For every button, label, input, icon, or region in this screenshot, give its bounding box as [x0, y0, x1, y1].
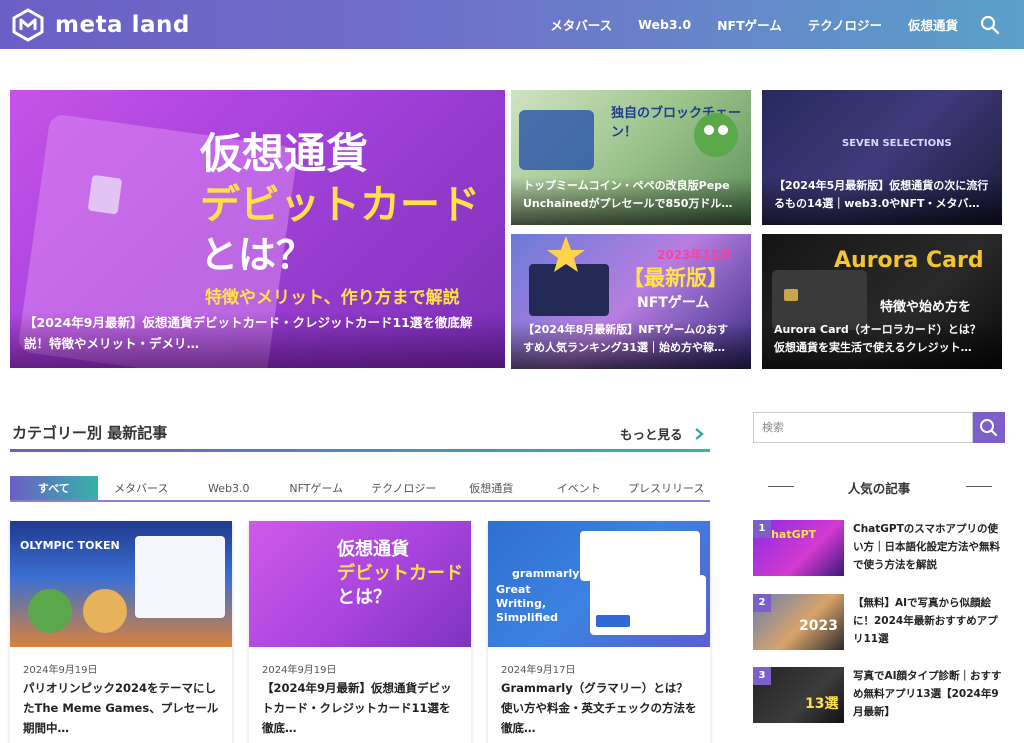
popular-item[interactable]: ChatGPT 1 ChatGPTのスマホアプリの使い方｜日本語化設定方法や無料… [753, 520, 1005, 578]
hero-art-year: 2023年11月 [657, 248, 732, 262]
hero-art-title-2: デビットカード [200, 182, 480, 228]
hero-art-seven: SEVEN SELECTIONS [842, 138, 952, 149]
hero-article-next-trend-title[interactable]: 【2024年5月最新版】仮想通貨の次に流行るもの14選｜web3.0やNFT・メ… [762, 177, 1002, 225]
hero-article-nftgame-title[interactable]: 【2024年8月最新版】NFTゲームのおすすめ人気ランキング31選｜始め方や稼… [511, 321, 751, 369]
tab-crypto[interactable]: 仮想通貨 [448, 476, 536, 500]
tab-metaverse[interactable]: メタバース [98, 476, 186, 500]
hero-art-title-3: とは？ [200, 233, 315, 277]
divider [966, 486, 992, 487]
article-date: 2024年9月19日 [262, 665, 337, 676]
hero-article-next-trend[interactable]: SEVEN SELECTIONS 【2024年5月最新版】仮想通貨の次に流行るも… [762, 90, 1002, 225]
hero-art-latest: 【最新版】 [623, 266, 728, 290]
article-card[interactable]: grammarly Great Writing, Simplified 2024… [488, 521, 710, 743]
search-icon [980, 419, 998, 437]
site-brand: meta land [55, 11, 190, 38]
hero-featured-article[interactable]: 仮想通貨 デビットカード とは？ 特徴やメリット、作り方まで解説 【2024年9… [10, 90, 505, 368]
site-header: meta land メタバース Web3.0 NFTゲーム テクノロジー 仮想通… [0, 0, 1024, 49]
more-link-label: もっと見る [620, 427, 683, 442]
hero-article-aurora[interactable]: Aurora Card 特徴や始め方を Aurora Card（オーロラカード）… [762, 234, 1002, 369]
section-title: カテゴリー別 最新記事 [12, 424, 168, 442]
tab-all[interactable]: すべて [10, 476, 98, 500]
article-card[interactable]: 仮想通貨 デビットカード とは？ 2024年9月19日 【2024年9月最新】仮… [249, 521, 471, 743]
tab-event[interactable]: イベント [535, 476, 623, 500]
popular-title-text[interactable]: ChatGPTのスマホアプリの使い方｜日本語化設定方法や無料で使う方法を解説 [853, 520, 1005, 574]
article-card-image: OLYMPIC TOKEN [10, 521, 232, 647]
section-divider [10, 449, 710, 452]
hero-art-subtitle: 特徴やメリット、作り方まで解説 [205, 288, 460, 308]
nav-item-nftgame[interactable]: NFTゲーム [717, 15, 782, 34]
search-icon[interactable] [980, 15, 1000, 35]
popular-title-text[interactable]: 写真でAI顔タイプ診断｜おすすめ無料アプリ13選【2024年9月最新】 [853, 667, 1005, 721]
article-title[interactable]: パリオリンピック2024をテーマにしたThe Meme Games、プレセール期… [23, 678, 221, 738]
hero-article-pepe-title[interactable]: トップミームコイン・ペペの改良版Pepe Unchainedがプレセールで850… [511, 177, 751, 225]
card-image-text: 仮想通貨 [337, 539, 409, 560]
more-link[interactable]: もっと見る [620, 424, 705, 443]
site-logo[interactable]: meta land [11, 7, 190, 42]
nav-item-web3[interactable]: Web3.0 [638, 17, 691, 32]
nav-item-metaverse[interactable]: メタバース [550, 15, 612, 34]
rank-badge: 3 [753, 667, 771, 685]
logo-icon [11, 7, 45, 42]
mascot-illustration [28, 536, 225, 633]
rank-badge: 2 [753, 594, 771, 612]
article-card[interactable]: OLYMPIC TOKEN 2024年9月19日 パリオリンピック2024をテー… [10, 521, 232, 743]
rank-badge: 1 [753, 520, 771, 538]
article-title[interactable]: Grammarly（グラマリー）とは？使い方や料金・英文チェックの方法を徹底… [501, 678, 699, 738]
hero-article-pepe[interactable]: 独自のブロックチェーン！ トップミームコイン・ペペの改良版Pepe Unchai… [511, 90, 751, 225]
main-nav: メタバース Web3.0 NFTゲーム テクノロジー 仮想通貨 [524, 0, 1000, 49]
popular-thumb-text: 13選 [805, 696, 839, 712]
sidebar-search-input[interactable]: 検索 [753, 412, 973, 443]
category-tabs: すべて メタバース Web3.0 NFTゲーム テクノロジー 仮想通貨 イベント… [10, 476, 710, 502]
hero-article-aurora-title[interactable]: Aurora Card（オーロラカード）とは？仮想通貨を実生活で使えるクレジット… [762, 321, 1002, 369]
popular-item[interactable]: 2023 2 【無料】AIで写真から似顔絵に！2024年最新おすすめアプリ11選 [753, 594, 1005, 652]
tab-nftgame[interactable]: NFTゲーム [273, 476, 361, 500]
article-date: 2024年9月17日 [501, 665, 576, 676]
nav-item-technology[interactable]: テクノロジー [808, 15, 882, 34]
hero-art-nftgame: NFTゲーム [637, 295, 710, 311]
card-image-text-3: とは？ [337, 587, 391, 608]
popular-title: 人気の記事 [847, 481, 911, 496]
popular-item[interactable]: 13選 3 写真でAI顔タイプ診断｜おすすめ無料アプリ13選【2024年9月最新… [753, 667, 1005, 725]
ui-illustration [580, 531, 706, 635]
article-date: 2024年9月19日 [23, 665, 98, 676]
popular-title-text[interactable]: 【無料】AIで写真から似顔絵に！2024年最新おすすめアプリ11選 [853, 594, 1005, 648]
nav-item-crypto[interactable]: 仮想通貨 [908, 15, 958, 34]
sidebar-search-button[interactable] [973, 412, 1005, 443]
popular-thumb-text: 2023 [799, 618, 838, 634]
hero-art-aurora-sub: 特徴や始め方を [880, 300, 972, 315]
tab-press-release[interactable]: プレスリリース [623, 476, 711, 500]
article-card-image: grammarly Great Writing, Simplified [488, 521, 710, 647]
tab-web3[interactable]: Web3.0 [185, 476, 273, 500]
hero-article-nftgame[interactable]: 2023年11月 【最新版】 NFTゲーム 【2024年8月最新版】NFTゲーム… [511, 234, 751, 369]
chevron-right-icon [694, 427, 704, 440]
card-image-text-2: デビットカード [337, 563, 463, 584]
tab-technology[interactable]: テクノロジー [360, 476, 448, 500]
article-card-image: 仮想通貨 デビットカード とは？ [249, 521, 471, 647]
hero-featured-title[interactable]: 【2024年9月最新】仮想通貨デビットカード・クレジットカード11選を徹底解説！… [10, 312, 505, 368]
article-title[interactable]: 【2024年9月最新】仮想通貨デビットカード・クレジットカード11選を徹底… [262, 678, 460, 738]
